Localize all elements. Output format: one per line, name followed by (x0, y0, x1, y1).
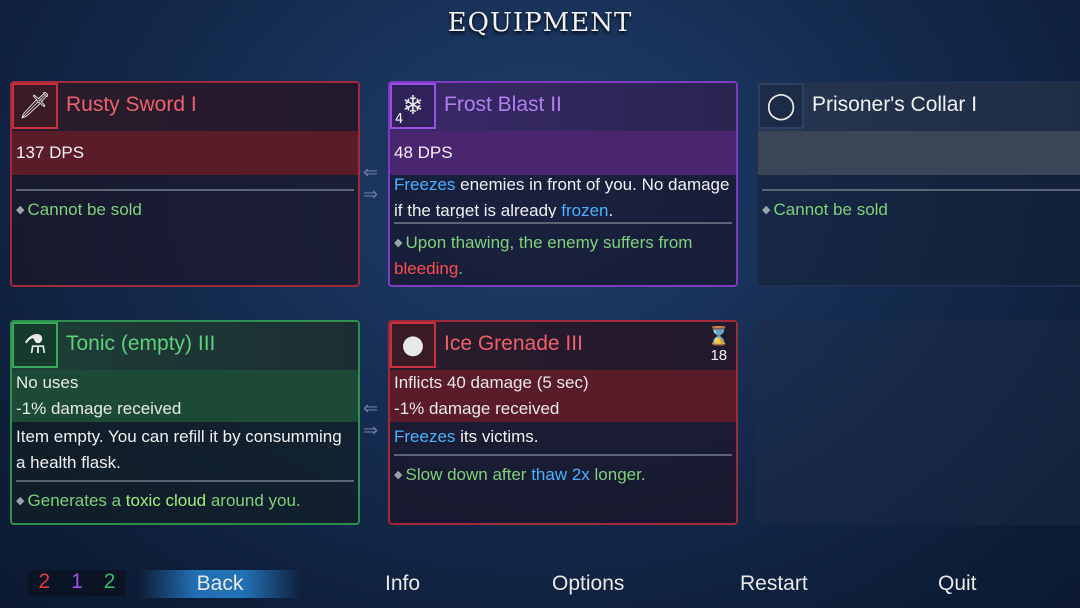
ice-shard-icon: ❄ 4 (390, 83, 436, 129)
bullet-text: Upon thawing, the enemy suffers from (394, 233, 692, 252)
survival-count: 2 (103, 570, 116, 593)
bullet-text: Slow down after (394, 465, 531, 484)
scroll-counts: 2 1 2 (28, 570, 126, 596)
item-stats: Inflicts 40 damage (5 sec) -1% damage re… (390, 370, 736, 422)
item-bullet: Generates a toxic cloud around you. (12, 488, 358, 514)
item-damage-reduction: -1% damage received (16, 399, 182, 418)
description-text: its victims. (455, 427, 539, 446)
back-button[interactable]: Back (140, 570, 300, 598)
bullet-end: . (458, 259, 464, 278)
brutality-count: 2 (38, 570, 51, 593)
swap-arrows-icon: ⇐ ⇒ (363, 162, 379, 205)
divider (762, 189, 1080, 191)
bullet-end: longer. (589, 465, 646, 484)
item-name: Rusty Sword I (66, 93, 197, 116)
bullet-text: Generates a (16, 491, 126, 510)
equipment-card-ice-grenade[interactable]: ● Ice Grenade III ⌛ 18 Inflicts 40 damage… (388, 320, 738, 525)
equipment-card-frost-blast[interactable]: ❄ 4 Frost Blast II 48 DPS Freezes enemies… (388, 81, 738, 287)
quit-button[interactable]: Quit (938, 572, 977, 596)
keyword-frozen: frozen (561, 201, 609, 218)
options-button[interactable]: Options (552, 572, 624, 596)
sword-icon: 🗡 (12, 83, 58, 129)
divider (394, 454, 732, 456)
item-name: Prisoner's Collar I (812, 93, 978, 116)
tactics-count: 1 (71, 570, 83, 593)
item-name: Tonic (empty) III (66, 332, 216, 355)
divider (16, 480, 354, 482)
bullet-end: around you. (206, 491, 301, 510)
restart-button[interactable]: Restart (740, 572, 808, 596)
item-bullet: Upon thawing, the enemy suffers from ble… (390, 230, 736, 282)
item-description: Freezes enemies in front of you. No dama… (390, 172, 736, 218)
card-header: ◯ Prisoner's Collar I (758, 83, 1080, 131)
hourglass-icon: ⌛ (707, 326, 730, 346)
ice-grenade-icon: ● (390, 322, 436, 368)
equipment-card-tonic[interactable]: ⚗ Tonic (empty) III No uses -1% damage r… (10, 320, 360, 525)
item-uses: No uses (16, 373, 79, 392)
item-stats: No uses -1% damage received (12, 370, 358, 422)
divider (16, 189, 354, 191)
page-title: EQUIPMENT (447, 8, 633, 38)
item-description: Freezes its victims. (390, 424, 736, 450)
keyword-freezes: Freezes (394, 427, 456, 446)
equipment-card-prisoners-collar[interactable]: ◯ Prisoner's Collar I Cannot be sold (756, 81, 1080, 287)
card-header: 🗡 Rusty Sword I (12, 83, 358, 131)
collar-icon: ◯ (758, 83, 804, 129)
flask-icon: ⚗ (12, 322, 58, 368)
keyword-freezes: Freezes (394, 175, 456, 194)
cooldown-value: 18 (710, 347, 728, 364)
keyword-bleeding: bleeding (394, 259, 459, 278)
card-header: ❄ 4 Frost Blast II (390, 83, 736, 131)
card-header: ⚗ Tonic (empty) III (12, 322, 358, 370)
item-bullet: Cannot be sold (12, 197, 358, 223)
keyword-thaw: thaw 2x (531, 465, 590, 484)
description-end: . (608, 201, 614, 218)
item-damage-reduction: -1% damage received (394, 399, 560, 418)
item-name: Ice Grenade III (444, 332, 583, 355)
info-button[interactable]: Info (385, 572, 420, 596)
equipment-card-rusty-sword[interactable]: 🗡 Rusty Sword I 137 DPS Cannot be sold (10, 81, 360, 287)
item-bullet: Slow down after thaw 2x longer. (390, 462, 736, 488)
swap-arrows-icon: ⇐ ⇒ (363, 398, 379, 441)
item-level: 4 (395, 112, 404, 127)
item-stat-empty (758, 131, 1080, 175)
card-header: ● Ice Grenade III ⌛ 18 (390, 322, 736, 370)
item-damage: Inflicts 40 damage (5 sec) (394, 373, 589, 392)
item-dps: 137 DPS (12, 131, 358, 175)
cooldown-indicator: ⌛ 18 (708, 326, 730, 364)
divider (394, 222, 732, 224)
item-bullet: Cannot be sold (758, 197, 1080, 223)
item-dps: 48 DPS (390, 131, 736, 175)
item-description: Item empty. You can refill it by consumm… (16, 427, 342, 472)
equipment-card-empty-slot[interactable] (756, 320, 1080, 525)
keyword-toxic-cloud: toxic cloud (125, 491, 207, 510)
item-name: Frost Blast II (444, 93, 562, 116)
